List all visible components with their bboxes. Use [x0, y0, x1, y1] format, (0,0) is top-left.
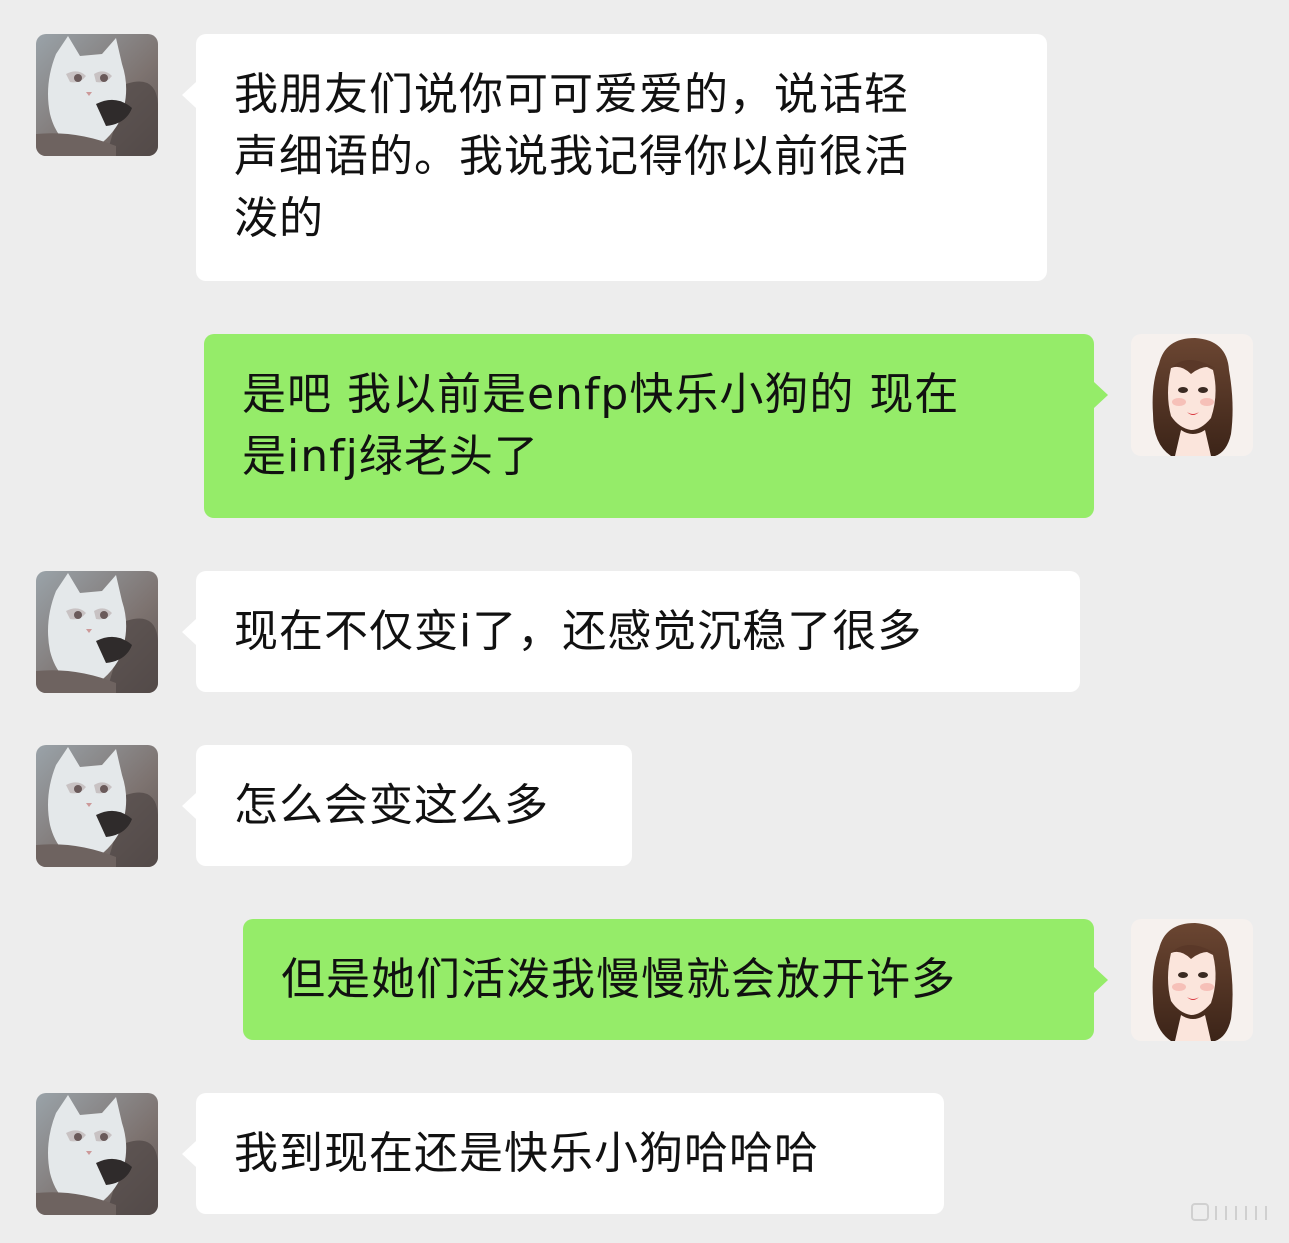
cat-photo-avatar-icon	[36, 571, 158, 693]
my-avatar[interactable]	[1131, 919, 1253, 1041]
friend-avatar[interactable]	[36, 745, 158, 867]
message-text-line: 现在不仅变i了，还感觉沉稳了很多	[234, 606, 923, 657]
cat-photo-avatar-icon	[36, 745, 158, 867]
outgoing-message-bubble[interactable]: 是吧 我以前是enfp快乐小狗的 现在 是infj绿老头了	[204, 334, 1108, 518]
chat-window: 我朋友们说你可可爱爱的，说话轻 声细语的。我说我记得你以前很活 泼的 是吧 我以…	[0, 0, 1289, 1243]
my-avatar[interactable]	[1131, 334, 1253, 456]
message-text-line: 是吧 我以前是enfp快乐小狗的 现在	[242, 369, 960, 420]
watermark-icon	[1191, 1203, 1267, 1221]
incoming-message-bubble[interactable]: 怎么会变这么多	[182, 745, 632, 866]
friend-avatar[interactable]	[36, 571, 158, 693]
outgoing-message-bubble[interactable]: 但是她们活泼我慢慢就会放开许多	[243, 919, 1108, 1040]
cat-photo-avatar-icon	[36, 1093, 158, 1215]
message-text-line: 我到现在还是快乐小狗哈哈哈	[234, 1128, 819, 1179]
illustrated-girl-avatar-icon	[1131, 334, 1253, 456]
message-text-line: 怎么会变这么多	[234, 780, 549, 831]
incoming-message-bubble[interactable]: 我朋友们说你可可爱爱的，说话轻 声细语的。我说我记得你以前很活 泼的	[182, 34, 1047, 281]
message-text-line: 泼的	[234, 193, 324, 244]
friend-avatar[interactable]	[36, 1093, 158, 1215]
illustrated-girl-avatar-icon	[1131, 919, 1253, 1041]
incoming-message-bubble[interactable]: 我到现在还是快乐小狗哈哈哈	[182, 1093, 944, 1214]
message-text-line: 声细语的。我说我记得你以前很活	[234, 131, 909, 182]
message-text-line: 但是她们活泼我慢慢就会放开许多	[281, 954, 956, 1005]
message-text-line: 我朋友们说你可可爱爱的，说话轻	[234, 69, 909, 120]
friend-avatar[interactable]	[36, 34, 158, 156]
message-text-line: 是infj绿老头了	[242, 431, 539, 482]
incoming-message-bubble[interactable]: 现在不仅变i了，还感觉沉稳了很多	[182, 571, 1080, 692]
cat-photo-avatar-icon	[36, 34, 158, 156]
